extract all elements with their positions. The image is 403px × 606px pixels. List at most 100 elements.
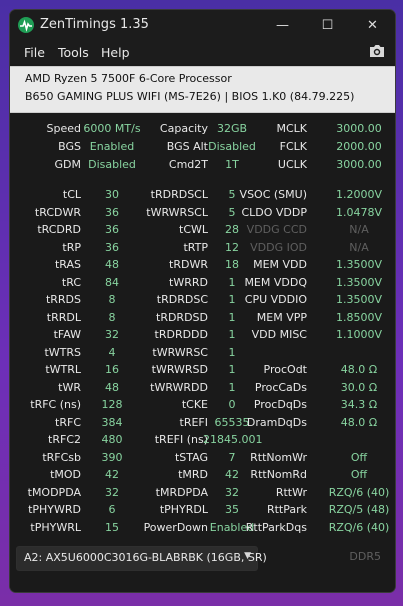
menu-help[interactable]: Help	[101, 45, 130, 60]
col3-label: RttNomWr	[250, 451, 307, 464]
col1-label: tRRDL	[46, 311, 81, 324]
bottom-bar: A2: AX5U6000C3016G-BLABRBK (16GB, SR) ▼ …	[10, 536, 395, 592]
col3-label: CPU VDDIO	[244, 293, 307, 306]
col1-label: tRFC2	[48, 433, 81, 446]
col2-label: tRDRDSCL	[150, 188, 208, 201]
chevron-down-icon: ▼	[244, 551, 251, 561]
col2-label: tWRWRSC	[152, 346, 208, 359]
board-info: B650 GAMING PLUS WIFI (MS-7E26) | BIOS 1…	[25, 90, 355, 103]
title-bar[interactable]: ZenTimings 1.35 — ☐ ✕	[10, 10, 395, 40]
ddr-type: DDR5	[349, 550, 381, 563]
col3-label: VDD MISC	[251, 328, 307, 341]
gdm-value: Disabled	[88, 158, 136, 171]
col1-value: 384	[101, 416, 123, 429]
col1-label: tPHYWRL	[30, 521, 81, 534]
col1-label: tRRDS	[45, 293, 81, 306]
col3-value: N/A	[349, 241, 369, 254]
col1-label: tMOD	[50, 468, 81, 481]
system-info-panel: AMD Ryzen 5 7500F 6-Core Processor B650 …	[10, 66, 395, 113]
mclk-value: 3000.00	[336, 122, 382, 135]
capacity-value: 32GB	[216, 122, 248, 135]
dimm-selected: A2: AX5U6000C3016G-BLABRBK (16GB, SR)	[24, 551, 267, 564]
bgs-label: BGS	[58, 140, 81, 153]
mclk-label: MCLK	[276, 122, 307, 135]
menu-file[interactable]: File	[24, 45, 45, 60]
col3-label: MEM VPP	[256, 311, 307, 324]
gdm-label: GDM	[54, 158, 82, 171]
col2-label: PowerDown	[143, 521, 208, 534]
col2-value: 35	[225, 503, 239, 516]
col2-label: tREFI (ns)	[154, 433, 208, 446]
col3-label: VSOC (SMU)	[239, 188, 307, 201]
col2-value: 1	[228, 363, 236, 376]
col1-label: tMODPDA	[27, 486, 81, 499]
col1-label: tWTRS	[44, 346, 81, 359]
col1-label: tRP	[62, 241, 81, 254]
col3-label: VDDG CCD	[246, 223, 307, 236]
col3-label: DramDqDs	[246, 416, 307, 429]
col1-value: 36	[105, 241, 119, 254]
col3-label: RttParkDqs	[245, 521, 307, 534]
col3-value: N/A	[349, 223, 369, 236]
col1-label: tPHYWRD	[28, 503, 81, 516]
uclk-value: 3000.00	[336, 158, 382, 171]
col3-label: VDDG IOD	[250, 241, 307, 254]
col3-value: RZQ/6 (40)	[328, 486, 390, 499]
col3-value: RZQ/6 (40)	[328, 521, 390, 534]
maximize-button[interactable]: ☐	[305, 10, 350, 40]
dimm-select[interactable]: A2: AX5U6000C3016G-BLABRBK (16GB, SR) ▼	[16, 546, 267, 571]
menu-bar: File Tools Help	[10, 40, 395, 64]
fclk-label: FCLK	[279, 140, 307, 153]
col1-value: 48	[105, 381, 119, 394]
col3-value: 1.3500V	[335, 258, 382, 271]
col3-value: 30.0 Ω	[340, 381, 378, 394]
col1-value: 15	[105, 521, 119, 534]
speed-value: 6000 MT/s	[83, 122, 141, 135]
col2-label: tWRWRDD	[150, 381, 208, 394]
col3-value: 48.0 Ω	[340, 416, 378, 429]
col2-label: tRDRDSC	[156, 293, 208, 306]
col1-value: 32	[105, 486, 119, 499]
col1-value: 480	[101, 433, 123, 446]
col3-label: ProcCaDs	[254, 381, 307, 394]
close-button[interactable]: ✕	[350, 10, 395, 40]
col1-label: tWR	[58, 381, 81, 394]
col3-label: ProcDqDs	[253, 398, 307, 411]
col3-label: MEM VDD	[253, 258, 307, 271]
col1-value: 42	[105, 468, 119, 481]
col1-value: 36	[105, 206, 119, 219]
col2-value: 1	[228, 311, 236, 324]
col2-label: tRDRDDD	[154, 328, 208, 341]
col3-value: 1.1000V	[335, 328, 382, 341]
col1-label: tFAW	[53, 328, 81, 341]
col1-label: tRC	[61, 276, 81, 289]
fclk-value: 2000.00	[336, 140, 382, 153]
col3-label: RttWr	[275, 486, 307, 499]
col1-value: 6	[108, 503, 116, 516]
bgs-alt-value: Disabled	[208, 140, 256, 153]
col2-label: tPHYRDL	[159, 503, 208, 516]
col3-value: Off	[350, 451, 368, 464]
col3-value: Off	[350, 468, 368, 481]
col1-value: 84	[105, 276, 119, 289]
col1-label: tCL	[62, 188, 81, 201]
col1-label: tRCDWR	[34, 206, 81, 219]
minimize-button[interactable]: —	[260, 10, 305, 40]
col1-value: 32	[105, 328, 119, 341]
col3-label: ProcOdt	[263, 363, 307, 376]
col2-label: tWRWRSD	[151, 363, 208, 376]
camera-icon[interactable]	[368, 43, 386, 59]
col1-value: 36	[105, 223, 119, 236]
col3-label: MEM VDDQ	[244, 276, 307, 289]
col1-value: 48	[105, 258, 119, 271]
col3-value: RZQ/5 (48)	[328, 503, 390, 516]
menu-tools[interactable]: Tools	[58, 45, 89, 60]
col3-value: 1.3500V	[335, 293, 382, 306]
col3-value: 1.8500V	[335, 311, 382, 324]
col1-value: 30	[105, 188, 119, 201]
zentimings-window: ZenTimings 1.35 — ☐ ✕ File Tools Help AM…	[9, 9, 396, 593]
col2-value: 1	[228, 381, 236, 394]
col1-value: 16	[105, 363, 119, 376]
col1-value: 4	[108, 346, 116, 359]
window-title: ZenTimings 1.35	[40, 17, 149, 32]
